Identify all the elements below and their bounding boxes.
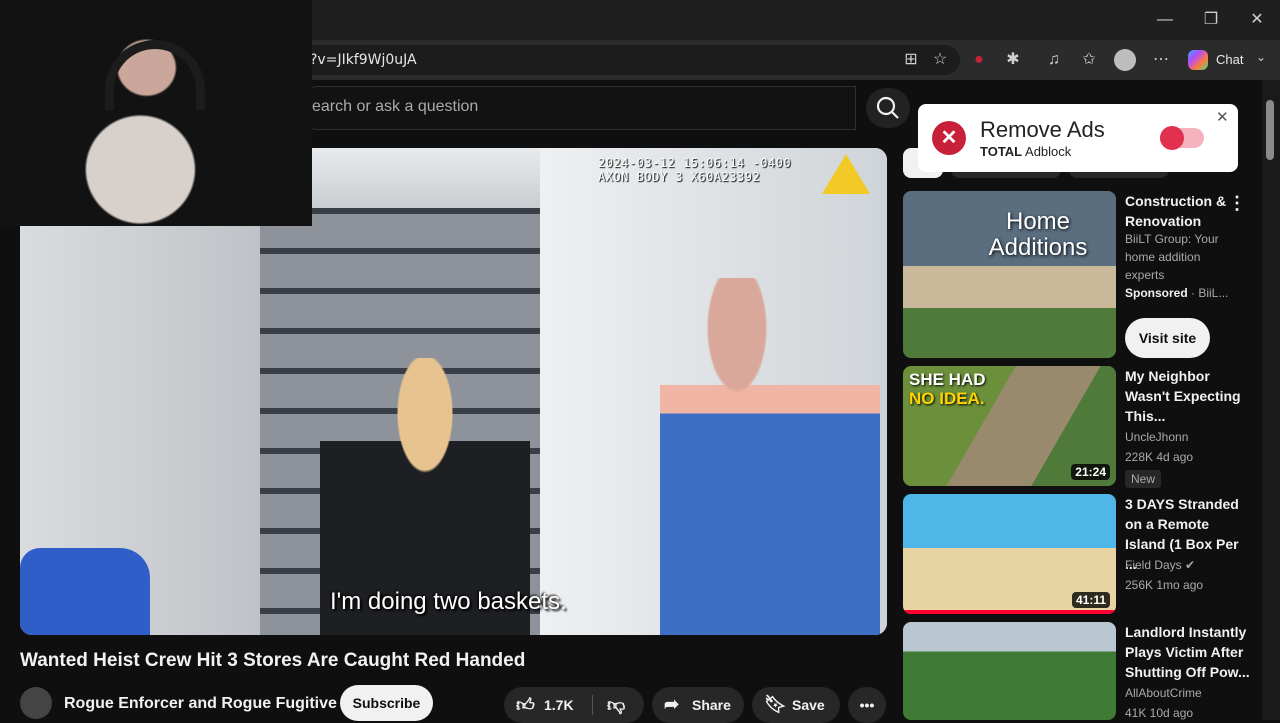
media-control-icon[interactable]: ♫ <box>1043 49 1065 71</box>
close-window-button[interactable]: ✕ <box>1242 8 1272 32</box>
scene-person-right <box>660 278 880 635</box>
related-channel[interactable]: UncleJhonn <box>1125 430 1188 444</box>
kebab-menu-icon[interactable]: ⋮ <box>1228 193 1246 214</box>
popup-title: Remove Ads <box>980 117 1105 142</box>
maximize-button[interactable]: ❐ <box>1196 8 1226 32</box>
verified-icon: ✔ <box>1185 558 1196 572</box>
headset-icon <box>105 40 205 110</box>
bodycam-overlay: 2024-03-12 15:06:14 -0400 AXON BODY 3 X6… <box>598 156 791 184</box>
video-thumbnail[interactable]: SHE HAD NO IDEA. 21:24 <box>903 366 1116 486</box>
remove-ads-toggle[interactable] <box>1160 126 1204 150</box>
like-count: 1.7K <box>544 697 574 713</box>
brand-bold: TOTAL <box>980 144 1023 159</box>
channel-text: Field Days <box>1125 558 1182 572</box>
related-meta: 41K 10d ago <box>1125 706 1194 720</box>
thumbs-down-icon: 👎︎ <box>607 695 626 715</box>
share-button[interactable]: ➦ Share <box>652 687 744 723</box>
minimize-button[interactable]: — <box>1150 8 1180 32</box>
remove-ads-popup: ✕ Remove Ads TOTAL Adblock ✕ <box>918 104 1238 172</box>
close-icon[interactable]: ✕ <box>1216 108 1229 126</box>
bodycam-timestamp: 2024-03-12 15:06:14 -0400 <box>598 156 792 170</box>
video-caption: I'm doing two baskets. <box>330 588 567 615</box>
chat-label: Chat <box>1216 52 1244 67</box>
save-label: Save <box>792 697 825 713</box>
ad-line: BiiLT Group: Your <box>1125 232 1219 246</box>
page-scrollbar[interactable] <box>1262 80 1280 720</box>
thumbnail-text: Home Additions <box>988 208 1088 261</box>
channel-avatar[interactable] <box>20 687 52 719</box>
watch-progress-bar <box>903 610 1116 614</box>
favorites-icon[interactable]: ✩ <box>1078 49 1100 71</box>
like-button[interactable]: 👍︎ 1.7K <box>504 687 592 723</box>
chevron-down-icon: ⌄ <box>1256 50 1267 64</box>
related-channel[interactable]: AllAboutCrime <box>1125 686 1202 700</box>
thumbnail-text-1: SHE HAD <box>909 370 986 389</box>
related-meta: 228K 4d ago <box>1125 450 1194 464</box>
video-title: Wanted Heist Crew Hit 3 Stores Are Caugh… <box>20 650 526 671</box>
bookmark-icon: 🔖︎ <box>764 694 787 714</box>
axon-logo-icon <box>822 154 870 194</box>
save-button[interactable]: 🔖︎ Save <box>752 687 840 723</box>
bodycam-device: AXON BODY 3 X60A23392 <box>598 170 761 184</box>
extensions-icon[interactable]: ✱ <box>1002 49 1024 71</box>
search-button[interactable] <box>866 88 910 128</box>
thumbs-up-icon: 👍︎ <box>516 695 535 715</box>
sponsor-name: · BiiL... <box>1191 286 1229 300</box>
copilot-icon <box>1188 50 1208 70</box>
search-icon <box>876 96 899 119</box>
share-arrow-icon: ➦ <box>664 694 680 714</box>
adblock-x-icon: ✕ <box>932 121 966 155</box>
dislike-button[interactable]: 👎︎ <box>593 687 644 723</box>
share-label: Share <box>692 697 731 713</box>
sponsored-thumbnail[interactable]: Home Additions <box>903 191 1116 358</box>
copilot-chat-button[interactable]: Chat ⌄ <box>1180 45 1276 75</box>
scene-bag <box>20 548 150 635</box>
more-actions-button[interactable]: ••• <box>848 687 886 723</box>
favorite-star-icon[interactable]: ☆ <box>929 49 951 71</box>
search-placeholder: earch or ask a question <box>312 98 479 115</box>
adblock-extension-icon[interactable]: ● <box>968 49 990 71</box>
url-text[interactable]: ?v=JIkf9Wj0uJA <box>310 52 417 68</box>
video-thumbnail[interactable] <box>903 622 1116 720</box>
video-thumbnail[interactable]: 41:11 <box>903 494 1116 614</box>
scrollbar-thumb[interactable] <box>1266 100 1274 160</box>
ad-line: experts <box>1125 268 1165 282</box>
related-title[interactable]: Landlord Instantly Plays Victim After Sh… <box>1125 622 1250 682</box>
toggle-knob <box>1160 126 1184 150</box>
new-badge: New <box>1125 470 1162 488</box>
sponsored-label: Sponsored · BiiL... <box>1125 286 1228 300</box>
video-duration: 41:11 <box>1071 592 1110 608</box>
brand-rest: Adblock <box>1022 144 1072 159</box>
related-channel[interactable]: Field Days ✔ <box>1125 558 1195 572</box>
popup-brand: TOTAL Adblock <box>980 144 1071 159</box>
related-title[interactable]: My Neighbor Wasn't Expecting This... <box>1125 366 1250 426</box>
channel-name[interactable]: Rogue Enforcer and Rogue Fugitive <box>64 695 337 713</box>
video-duration: 21:24 <box>1071 464 1110 480</box>
sponsored-text: Sponsored <box>1125 286 1188 300</box>
related-meta: 256K 1mo ago <box>1125 578 1204 592</box>
settings-more-icon[interactable]: ⋯ <box>1150 49 1172 71</box>
thumbnail-text-2: NO IDEA. <box>909 389 985 408</box>
subscribe-button[interactable]: Subscribe <box>340 685 433 721</box>
thumbnail-text: SHE HAD NO IDEA. <box>909 370 986 408</box>
ad-line: home addition <box>1125 250 1201 264</box>
app-available-icon[interactable]: ⊞ <box>900 49 922 71</box>
profile-avatar[interactable] <box>1114 49 1136 71</box>
like-dislike-group: 👍︎ 1.7K 👎︎ <box>504 687 644 723</box>
visit-site-button[interactable]: Visit site <box>1125 318 1210 358</box>
streamer-webcam-overlay <box>0 0 312 226</box>
